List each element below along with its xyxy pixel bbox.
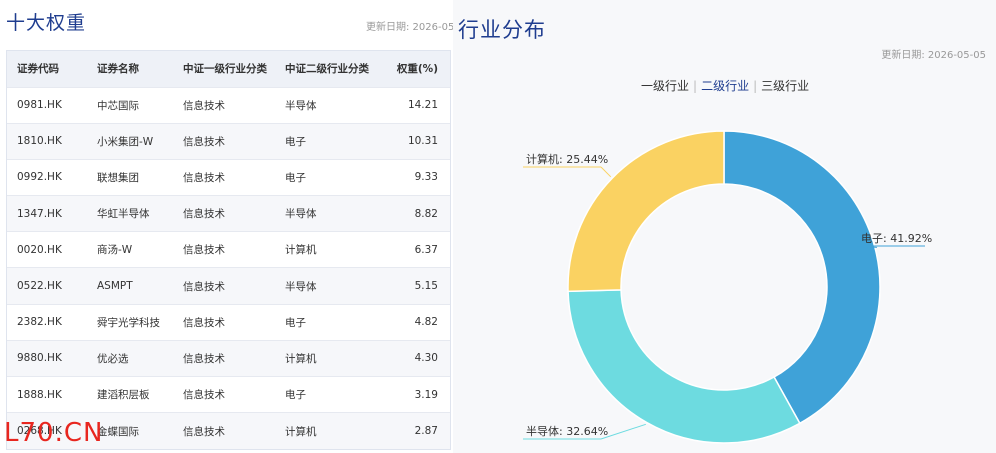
cell-weight: 14.21 (407, 99, 438, 112)
column-header-name[interactable]: 证券名称 (87, 51, 173, 87)
cell-industry-l2: 计算机 (285, 244, 317, 257)
donut-slice-1[interactable] (567, 289, 801, 444)
donut-slice-0[interactable] (723, 130, 881, 425)
table-row[interactable]: 1347.HK 华虹半导体 信息技术 半导体 8.82 (7, 195, 450, 232)
cell-code: 1347.HK (17, 207, 62, 220)
column-header-code[interactable]: 证券代码 (7, 51, 87, 87)
cell-industry-l1: 信息技术 (183, 171, 225, 184)
cell-industry-l1: 信息技术 (183, 425, 225, 438)
cell-name: 小米集团-W (97, 135, 154, 148)
cell-name: 建滔积层板 (97, 389, 150, 402)
cell-industry-l2: 计算机 (285, 352, 317, 365)
cell-industry-l2: 电子 (285, 135, 306, 148)
cell-code: 9880.HK (17, 352, 62, 365)
column-header-weight[interactable]: 权重(%) (377, 51, 450, 87)
cell-weight: 3.19 (414, 388, 438, 401)
cell-industry-l1: 信息技术 (183, 99, 225, 112)
table-row[interactable]: 9880.HK 优必选 信息技术 计算机 4.30 (7, 340, 450, 377)
cell-industry-l2: 计算机 (285, 425, 317, 438)
table-row[interactable]: 0020.HK 商汤-W 信息技术 计算机 6.37 (7, 231, 450, 268)
cell-name: 华虹半导体 (97, 208, 150, 221)
cell-name: 中芯国际 (97, 99, 139, 112)
cell-industry-l2: 电子 (285, 389, 306, 402)
table-header-row: 证券代码 证券名称 中证一级行业分类 中证二级行业分类 权重(%) (7, 51, 450, 87)
cell-code: 0522.HK (17, 280, 62, 293)
holdings-table: 证券代码 证券名称 中证一级行业分类 中证二级行业分类 权重(%) 0981.H… (6, 50, 451, 450)
cell-weight: 4.30 (414, 352, 438, 365)
cell-industry-l2: 半导体 (285, 280, 317, 293)
cell-industry-l2: 半导体 (285, 99, 317, 112)
cell-code: 0992.HK (17, 171, 62, 184)
cell-code: 0020.HK (17, 243, 62, 256)
cell-industry-l1: 信息技术 (183, 316, 225, 329)
cell-industry-l1: 信息技术 (183, 352, 225, 365)
table-row[interactable]: 1810.HK 小米集团-W 信息技术 电子 10.31 (7, 123, 450, 160)
cell-industry-l1: 信息技术 (183, 208, 225, 221)
cell-code: 0981.HK (17, 99, 62, 112)
top-ten-holdings-title: 十大权重 (6, 12, 87, 34)
cell-industry-l2: 电子 (285, 316, 306, 329)
donut-label-1: 半导体: 32.64% (526, 424, 608, 438)
cell-industry-l2: 半导体 (285, 208, 317, 221)
cell-name: 商汤-W (97, 244, 133, 257)
donut-label-0: 电子: 41.92% (861, 232, 932, 245)
table-row[interactable]: 0992.HK 联想集团 信息技术 电子 9.33 (7, 159, 450, 195)
site-watermark: L70.CN (4, 418, 104, 448)
cell-code: 1888.HK (17, 388, 62, 401)
cell-industry-l1: 信息技术 (183, 135, 225, 148)
cell-industry-l1: 信息技术 (183, 389, 225, 402)
column-header-industry-l2[interactable]: 中证二级行业分类 (275, 51, 377, 87)
cell-name: 联想集团 (97, 171, 139, 184)
table-row[interactable]: 0522.HK ASMPT 信息技术 半导体 5.15 (7, 267, 450, 305)
cell-code: 1810.HK (17, 135, 62, 148)
cell-industry-l2: 电子 (285, 171, 306, 184)
industry-donut-chart: 电子: 41.92% 半导体: 32.64% 计算机: 25.44% (523, 130, 932, 444)
table-row[interactable]: 1888.HK 建滔积层板 信息技术 电子 3.19 (7, 376, 450, 413)
cell-code: 2382.HK (17, 316, 62, 329)
column-header-industry-l1[interactable]: 中证一级行业分类 (173, 51, 275, 87)
donut-leader-line-2 (600, 166, 612, 178)
cell-weight: 8.82 (414, 207, 438, 220)
cell-weight: 6.37 (414, 243, 438, 256)
cell-weight: 5.15 (414, 280, 438, 293)
cell-weight: 9.33 (414, 171, 438, 184)
table-row[interactable]: 2382.HK 舜宇光学科技 信息技术 电子 4.82 (7, 304, 450, 340)
cell-weight: 2.87 (414, 425, 438, 438)
cell-weight: 10.31 (407, 135, 438, 148)
table-row[interactable]: 0981.HK 中芯国际 信息技术 半导体 14.21 (7, 87, 450, 123)
cell-name: ASMPT (97, 280, 133, 293)
cell-name: 优必选 (97, 352, 129, 365)
donut-label-2: 计算机: 25.44% (526, 152, 608, 166)
cell-weight: 4.82 (414, 316, 438, 329)
cell-industry-l1: 信息技术 (183, 280, 225, 293)
cell-industry-l1: 信息技术 (183, 244, 225, 257)
cell-name: 舜宇光学科技 (97, 316, 160, 329)
